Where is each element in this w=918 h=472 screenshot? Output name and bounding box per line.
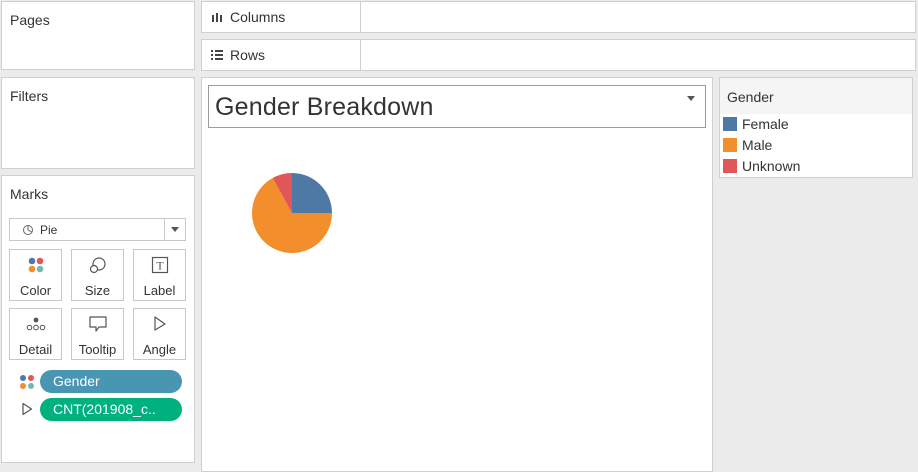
pages-shelf[interactable]: Pages xyxy=(1,1,195,70)
chevron-down-icon[interactable] xyxy=(687,96,695,101)
viz-area xyxy=(201,77,713,472)
rows-shelf-label: Rows xyxy=(201,39,361,71)
pie-chart xyxy=(252,173,332,253)
label-button[interactable]: T Label xyxy=(133,249,186,301)
angle-icon xyxy=(153,316,166,331)
viz-title-text: Gender Breakdown xyxy=(215,93,434,121)
angle-button[interactable]: Angle xyxy=(133,308,186,360)
viz-title[interactable]: Gender Breakdown xyxy=(208,85,706,128)
legend-item-male[interactable]: Male xyxy=(723,137,772,153)
pages-label: Pages xyxy=(10,12,50,28)
legend-item-label: Female xyxy=(742,116,789,132)
color-encoding-icon xyxy=(20,375,34,389)
rows-icon xyxy=(211,50,223,60)
color-button-label: Color xyxy=(19,283,52,298)
svg-text:T: T xyxy=(156,259,164,273)
tooltip-button[interactable]: Tooltip xyxy=(71,308,124,360)
detail-button-label: Detail xyxy=(18,342,53,357)
marks-label: Marks xyxy=(10,186,49,202)
size-icon xyxy=(89,257,106,274)
count-angle-pill[interactable]: CNT(201908_c.. xyxy=(40,398,182,421)
label-button-label: Label xyxy=(143,283,176,298)
legend-swatch xyxy=(723,138,737,152)
columns-label: Columns xyxy=(230,9,286,25)
legend-item-unknown[interactable]: Unknown xyxy=(723,158,800,174)
legend-title: Gender xyxy=(727,89,774,105)
gender-color-pill[interactable]: Gender xyxy=(40,370,182,393)
legend-item-label: Unknown xyxy=(742,158,801,174)
pie-mark-icon xyxy=(23,224,33,235)
mark-type-dropdown[interactable]: Pie xyxy=(9,218,186,241)
pie-slice-female[interactable] xyxy=(292,173,332,213)
columns-shelf-label: Columns xyxy=(201,1,361,33)
tooltip-button-label: Tooltip xyxy=(78,342,117,357)
mark-type-value: Pie xyxy=(40,222,58,237)
columns-drop-zone[interactable] xyxy=(360,1,916,33)
detail-icon xyxy=(26,317,45,331)
chevron-down-icon xyxy=(171,227,179,232)
tooltip-icon xyxy=(88,316,107,332)
detail-button[interactable]: Detail xyxy=(9,308,62,360)
mark-type-dropdown-button[interactable] xyxy=(164,219,185,240)
angle-encoding-icon xyxy=(22,402,33,416)
label-icon: T xyxy=(151,256,168,274)
size-button-label: Size xyxy=(84,283,111,298)
color-button[interactable]: Color xyxy=(9,249,62,301)
rows-label: Rows xyxy=(230,47,266,63)
filters-shelf[interactable]: Filters xyxy=(1,77,195,169)
legend-swatch xyxy=(723,117,737,131)
columns-icon xyxy=(212,13,222,22)
angle-button-label: Angle xyxy=(142,342,177,357)
size-button[interactable]: Size xyxy=(71,249,124,301)
filters-label: Filters xyxy=(10,88,49,104)
legend-item-female[interactable]: Female xyxy=(723,116,789,132)
legend-swatch xyxy=(723,159,737,173)
legend-item-label: Male xyxy=(742,137,773,153)
rows-drop-zone[interactable] xyxy=(360,39,916,71)
color-icon xyxy=(28,257,43,273)
